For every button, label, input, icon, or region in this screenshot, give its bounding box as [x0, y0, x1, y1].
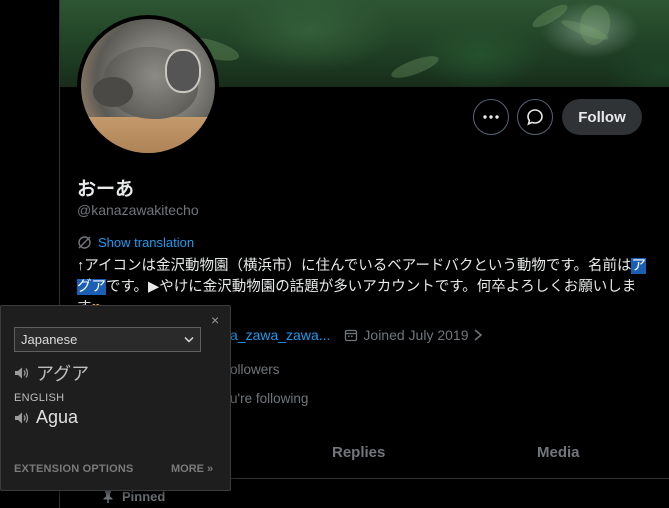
translated-text: Agua [36, 407, 79, 427]
profile-avatar[interactable] [77, 15, 219, 157]
pin-icon [103, 491, 113, 503]
tab-media[interactable]: Media [537, 444, 580, 461]
profile-meta-row: a_zawa_zawa... Joined July 2019 [230, 327, 483, 343]
tab-replies[interactable]: Replies [332, 444, 385, 461]
speaker-icon[interactable] [14, 366, 30, 380]
pinned-label: Pinned [122, 489, 166, 504]
target-language-label: ENGLISH [14, 392, 65, 404]
source-language-value: Japanese [21, 332, 78, 347]
pinned-indicator: Pinned [102, 489, 165, 504]
chevron-down-icon [184, 336, 194, 343]
show-translation-link[interactable]: Show translation [77, 235, 194, 250]
followers-count[interactable]: ollowers [230, 362, 280, 377]
follow-button[interactable]: Follow [562, 99, 642, 135]
source-language-select[interactable]: Japanese [14, 327, 201, 352]
source-text: アグア [36, 364, 90, 384]
more-options-button[interactable] [473, 99, 509, 135]
extension-options-link[interactable]: EXTENSION OPTIONS [14, 463, 134, 475]
profile-website-link[interactable]: a_zawa_zawa... [230, 327, 330, 343]
close-icon[interactable]: × [211, 312, 219, 328]
message-button[interactable] [517, 99, 553, 135]
tapir-photo [81, 19, 215, 153]
translate-icon [78, 236, 91, 249]
chat-bubble-icon [527, 109, 543, 126]
joined-date-label: Joined July 2019 [363, 327, 469, 343]
calendar-icon [345, 329, 358, 342]
followers-you-follow[interactable]: u're following [230, 391, 308, 406]
ellipsis-icon [483, 115, 499, 119]
joined-date: Joined July 2019 [344, 327, 483, 343]
source-text-row: アグア [14, 360, 89, 386]
display-name: おーあ [77, 179, 135, 200]
speaker-icon[interactable] [14, 411, 30, 425]
show-translation-label: Show translation [98, 235, 195, 250]
translated-text-row: Agua [14, 407, 78, 428]
more-link[interactable]: MORE » [171, 463, 213, 475]
user-handle: @kanazawakitecho [77, 202, 199, 218]
chevron-right-icon[interactable] [473, 328, 483, 342]
bio-text-start: ↑アイコンは金沢動物園（横浜市）に住んでいるベアードバクという動物です。名前は [77, 258, 632, 274]
